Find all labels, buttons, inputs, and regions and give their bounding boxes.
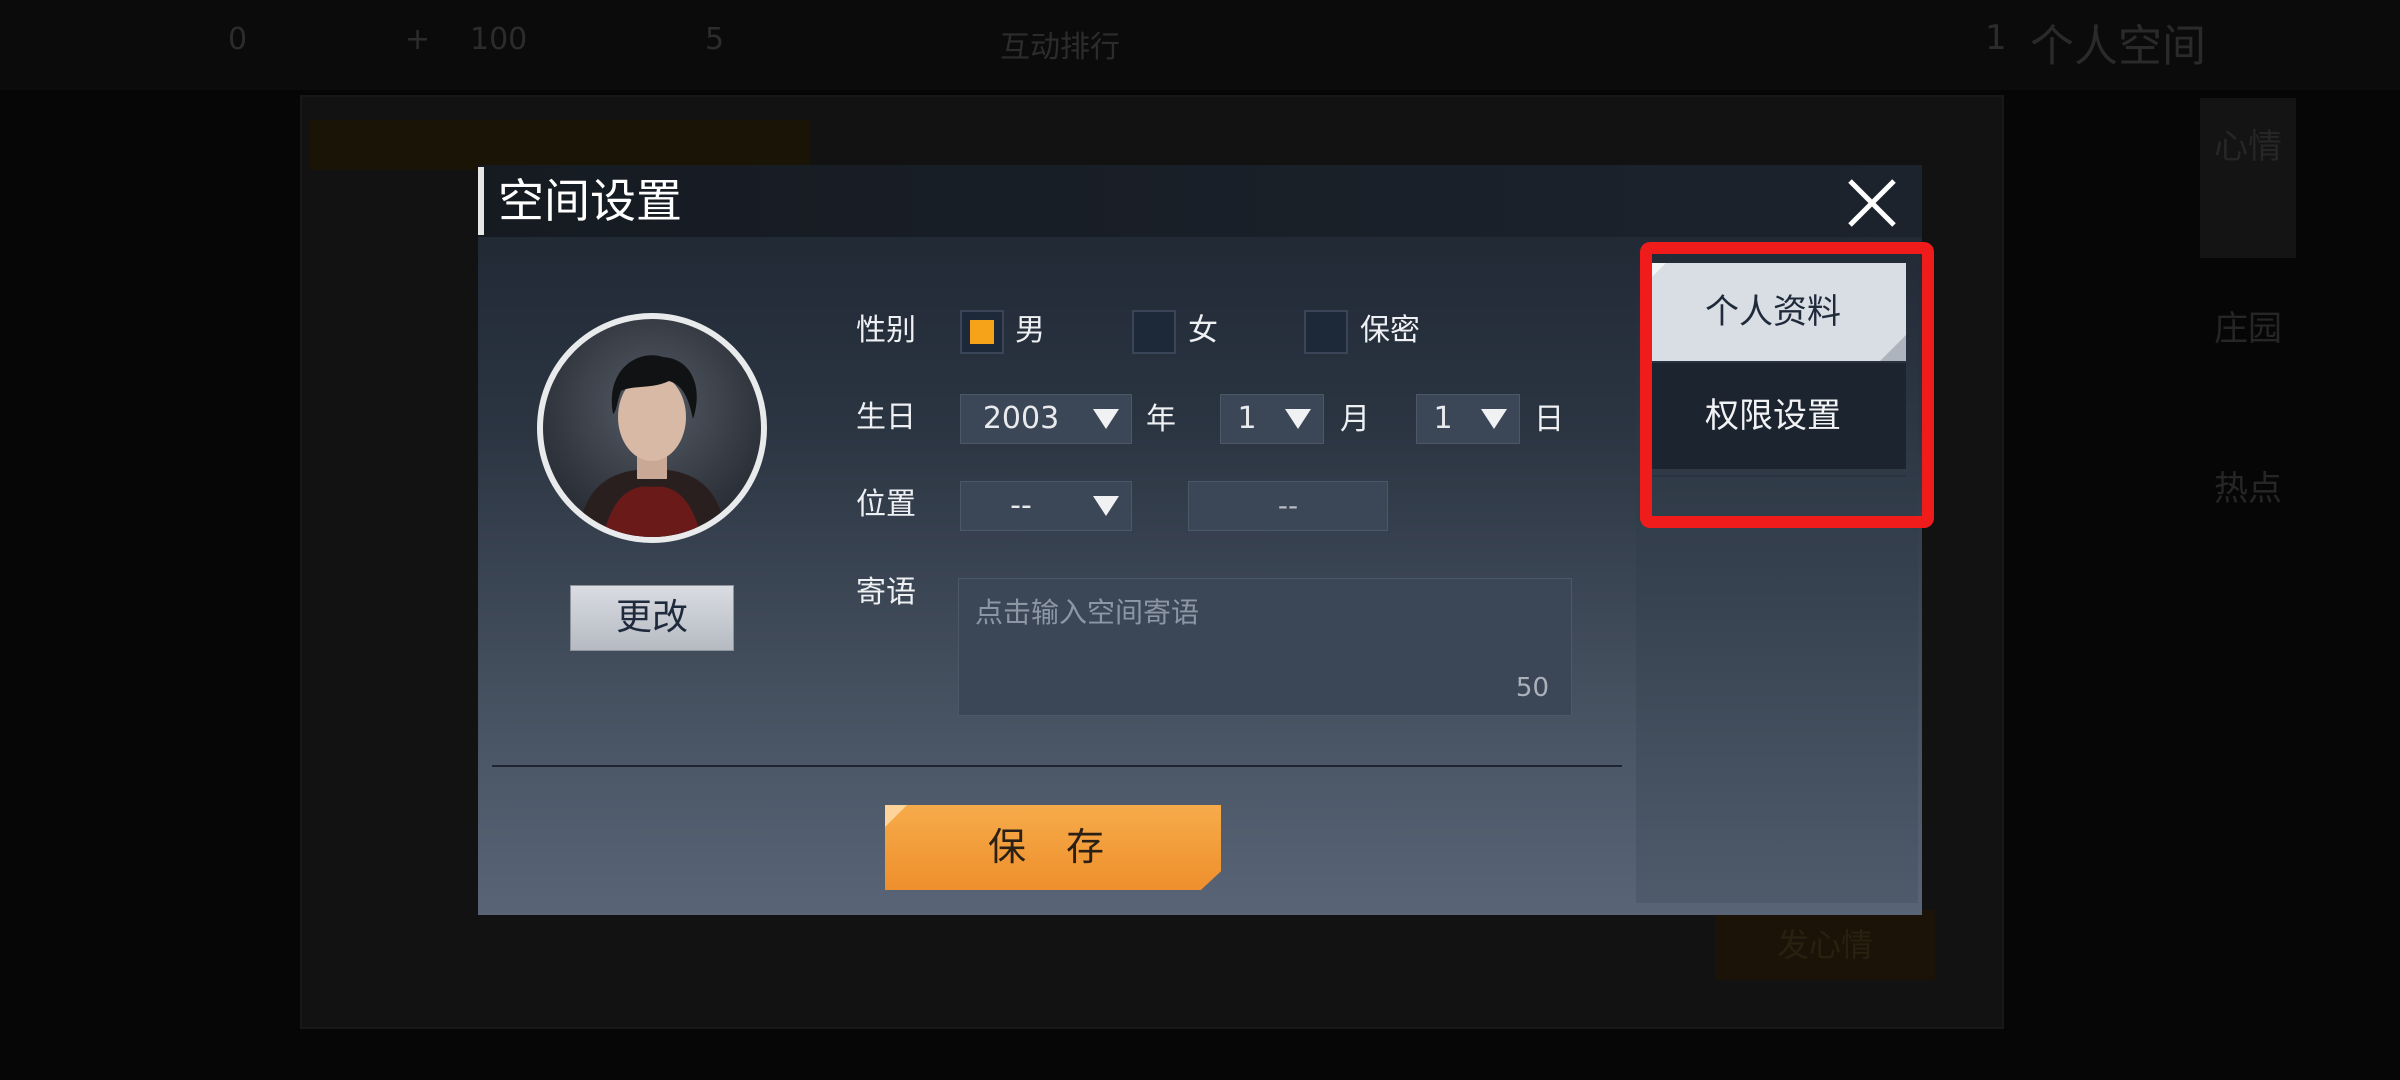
location-label: 位置: [856, 487, 916, 522]
birth-year-select[interactable]: 2003: [960, 394, 1132, 444]
page-title: 个人空间: [2030, 21, 2206, 72]
birth-month-value: 1: [1237, 401, 1257, 436]
side-tab-manor: 庄园: [2214, 309, 2282, 349]
message-placeholder: 点击输入空间寄语: [975, 596, 1200, 629]
save-button[interactable]: 保 存: [885, 805, 1221, 890]
birth-day-select[interactable]: 1: [1416, 394, 1520, 444]
gender-male-checkbox[interactable]: [960, 310, 1004, 354]
chevron-down-icon: [1093, 409, 1119, 429]
tab-profile-label: 个人资料: [1705, 292, 1841, 332]
dialog-title: 空间设置: [498, 174, 682, 228]
tab-permissions[interactable]: 权限设置: [1640, 363, 1906, 469]
birth-month-select[interactable]: 1: [1220, 394, 1324, 444]
side-tab-mood: 心情: [2200, 98, 2296, 258]
month-unit: 月: [1340, 402, 1370, 437]
birth-day-value: 1: [1433, 401, 1453, 436]
chevron-down-icon: [1481, 409, 1507, 429]
fire-count: 5: [705, 22, 725, 57]
background-banner: [310, 120, 810, 170]
tab-corner-decoration: [1880, 335, 1906, 361]
chevron-down-icon: [1285, 409, 1311, 429]
coin-count: 0: [228, 22, 248, 57]
day-unit: 日: [1534, 402, 1564, 437]
gender-female-checkbox[interactable]: [1132, 310, 1176, 354]
gender-male-label: 男: [1015, 313, 1045, 348]
province-value: --: [1010, 488, 1032, 523]
close-button[interactable]: [1844, 175, 1900, 231]
change-avatar-button[interactable]: 更改: [570, 585, 734, 651]
add-icon: +: [405, 22, 431, 57]
save-button-label: 保 存: [987, 825, 1119, 869]
close-icon: [1848, 179, 1896, 227]
background-topbar: 0 + 100 5 互动排行 1 个人空间: [0, 0, 2400, 90]
birth-year-value: 2003: [982, 401, 1060, 436]
page-count: 1: [1985, 18, 2007, 58]
ranking-link: 互动排行: [1000, 30, 1120, 65]
birthday-label: 生日: [856, 400, 916, 435]
character-portrait: [578, 355, 726, 537]
message-label: 寄语: [856, 575, 916, 610]
header-accent-bar: [478, 167, 484, 235]
space-settings-dialog: 空间设置 更改 性别 男 女 保密 生日 2003 年 1 月 1 日 位置 -…: [478, 165, 1922, 915]
tab-permissions-label: 权限设置: [1705, 396, 1841, 436]
year-unit: 年: [1146, 402, 1176, 437]
chevron-down-icon: [1093, 496, 1119, 516]
crown-count: 100: [470, 22, 528, 57]
avatar: [537, 313, 767, 543]
gender-secret-label: 保密: [1360, 313, 1420, 348]
gender-label: 性别: [856, 313, 916, 348]
gender-secret-checkbox[interactable]: [1304, 310, 1348, 354]
save-button-corner: [885, 805, 907, 827]
space-message-input[interactable]: 点击输入空间寄语 50: [958, 578, 1572, 716]
tab-corner-decoration: [1640, 263, 1666, 289]
tab-profile[interactable]: 个人资料: [1640, 263, 1906, 361]
post-mood-button: 发心情: [1715, 910, 1935, 980]
divider: [492, 765, 1622, 767]
location-province-select[interactable]: --: [960, 481, 1132, 531]
message-char-counter: 50: [1515, 673, 1549, 703]
gender-female-label: 女: [1188, 313, 1218, 348]
dialog-header: 空间设置: [478, 165, 1922, 237]
tab-divider: [1640, 475, 1906, 477]
location-city-field[interactable]: --: [1188, 481, 1388, 531]
side-tab-hot: 热点: [2214, 469, 2282, 509]
